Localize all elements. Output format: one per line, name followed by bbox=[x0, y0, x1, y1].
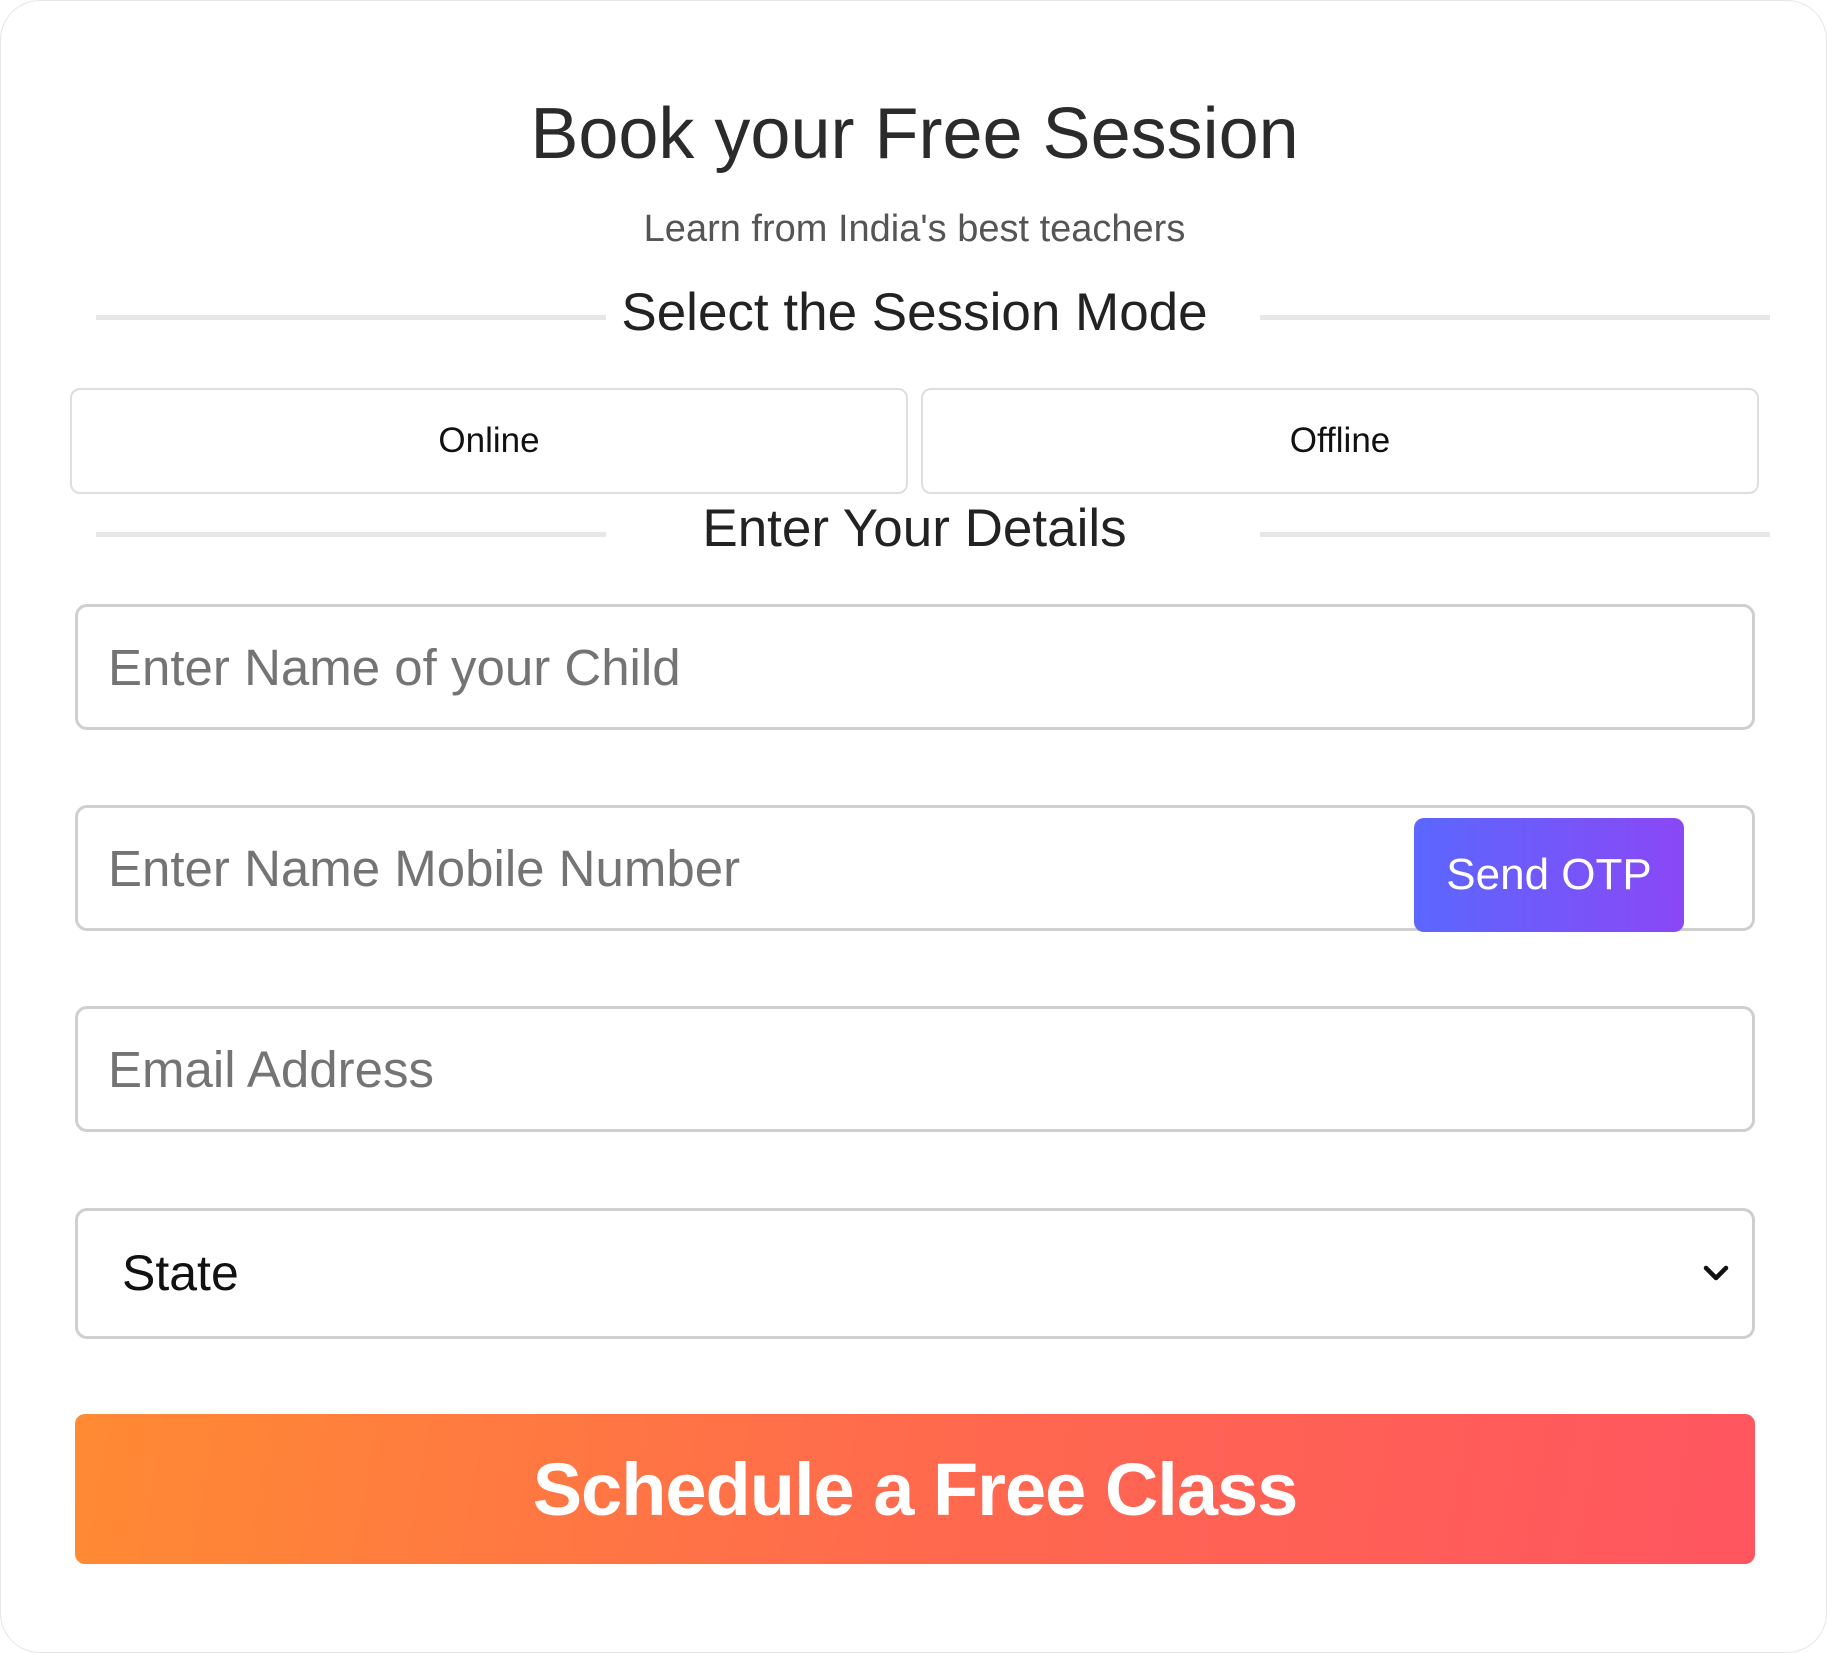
state-select[interactable]: State bbox=[75, 1208, 1755, 1339]
page-subtitle: Learn from India's best teachers bbox=[643, 208, 1186, 250]
online-mode-label: Online bbox=[438, 421, 540, 460]
email-field[interactable] bbox=[75, 1006, 1755, 1132]
page-title: Book your Free Session bbox=[530, 94, 1299, 174]
email-input[interactable] bbox=[108, 1009, 1408, 1129]
child-name-input[interactable] bbox=[108, 607, 1408, 727]
booking-card: Book your Free Session Learn from India'… bbox=[0, 0, 1827, 1653]
mobile-field[interactable]: Send OTP bbox=[75, 805, 1755, 932]
offline-mode-label: Offline bbox=[1289, 421, 1391, 460]
online-mode-button[interactable]: Online bbox=[70, 388, 908, 494]
schedule-class-button[interactable]: Schedule a Free Class bbox=[75, 1414, 1755, 1564]
divider-right bbox=[1260, 532, 1770, 537]
child-name-field[interactable] bbox=[75, 604, 1755, 730]
divider-right bbox=[1260, 315, 1770, 320]
mobile-number-input[interactable] bbox=[108, 808, 1408, 928]
send-otp-label: Send OTP bbox=[1446, 850, 1652, 899]
schedule-class-label: Schedule a Free Class bbox=[532, 1447, 1299, 1531]
session-mode-heading: Select the Session Mode bbox=[621, 283, 1208, 342]
send-otp-button[interactable]: Send OTP bbox=[1414, 818, 1684, 932]
state-select-value: State bbox=[122, 1245, 239, 1301]
chevron-down-icon bbox=[1703, 1265, 1729, 1281]
offline-mode-button[interactable]: Offline bbox=[921, 388, 1759, 494]
details-heading: Enter Your Details bbox=[702, 499, 1127, 558]
